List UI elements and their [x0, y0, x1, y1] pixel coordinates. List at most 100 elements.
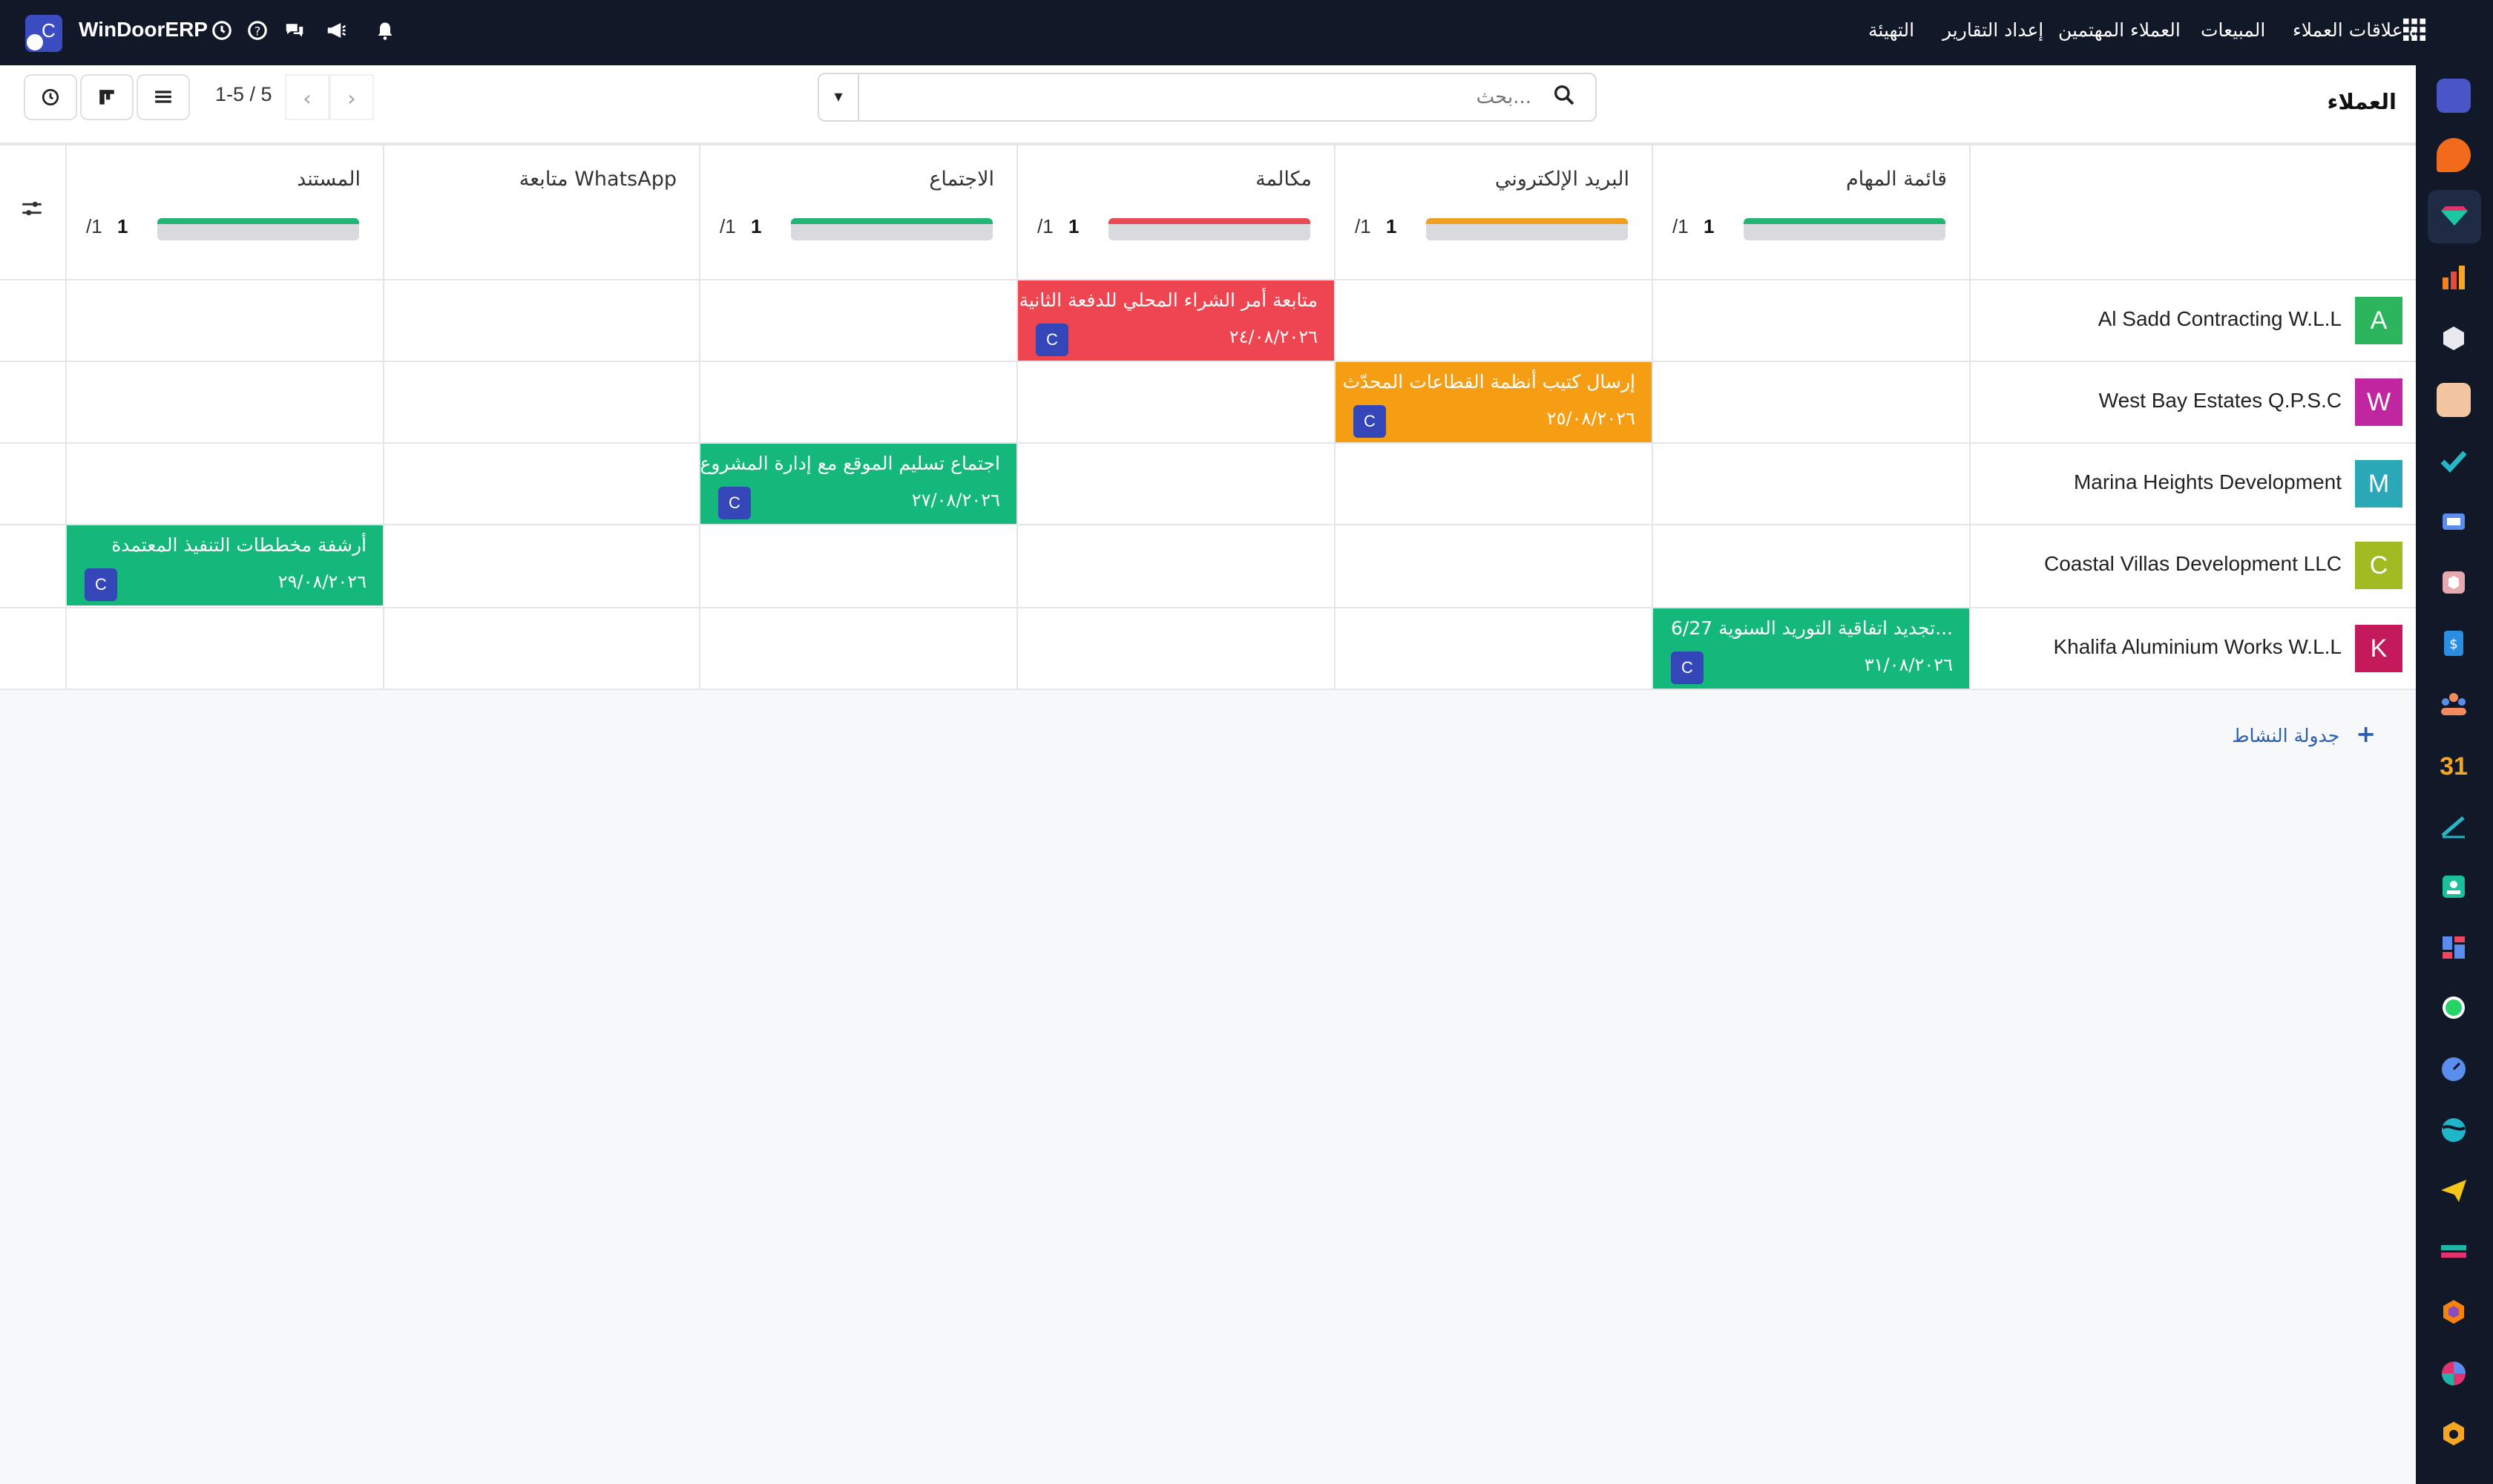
- contacts-app-icon[interactable]: [2437, 383, 2471, 417]
- column-count: 1: [1068, 215, 1080, 237]
- activity-grid: قائمة المهام 1 /1 البريد الإلكتروني 1 /1…: [0, 144, 2416, 690]
- column-progress-bar[interactable]: [1108, 218, 1310, 240]
- sales-app-icon[interactable]: [2437, 261, 2471, 295]
- column-total: /1: [1037, 215, 1054, 237]
- top-navbar: C WinDoorERP ? التهيئة إعداد التقارير ال…: [0, 0, 2446, 65]
- column-title: البريد الإلكتروني: [1494, 168, 1629, 191]
- customer-avatar: C: [2355, 542, 2402, 589]
- kanban-view-button[interactable]: [80, 74, 134, 120]
- list-view-button[interactable]: [137, 74, 190, 120]
- activity-deadline: ٢٧/٠٨/٢٠٢٦: [911, 490, 1000, 510]
- apps-grid-icon[interactable]: [2401, 16, 2431, 46]
- column-whatsapp[interactable]: متابعة WhatsApp: [383, 144, 699, 279]
- purchase-app-icon[interactable]: [2437, 565, 2471, 600]
- knowledge-app-icon[interactable]: [2437, 505, 2471, 539]
- activity-summary: تجديد اتفاقية التوريد السنوية 6/27...: [1671, 617, 1953, 639]
- column-total: /1: [720, 215, 736, 237]
- column-title: الاجتماع: [929, 168, 994, 191]
- column-total: /1: [86, 215, 102, 237]
- column-title: مكالمة: [1255, 168, 1312, 191]
- discuss-app-icon[interactable]: [2437, 138, 2471, 172]
- customer-name[interactable]: Coastal Villas Development LLC: [2044, 552, 2342, 576]
- column-progress-bar[interactable]: [157, 218, 359, 240]
- row-customer[interactable]: Coastal Villas Development LLC C: [1971, 525, 2416, 605]
- apps-store-icon[interactable]: [2437, 1417, 2471, 1451]
- assignee-avatar[interactable]: C: [718, 487, 751, 519]
- menu-item-reporting[interactable]: إعداد التقارير: [1942, 19, 2043, 41]
- invoicing-app-icon[interactable]: $: [2437, 626, 2471, 660]
- company-name[interactable]: WinDoorERP: [79, 18, 208, 42]
- activity-cell-call[interactable]: متابعة أمر الشراء المحلي للدفعة الثانية …: [1018, 280, 1334, 361]
- company-logo-letter: C: [42, 19, 56, 42]
- svg-text:31: 31: [2440, 752, 2468, 781]
- website-app-icon[interactable]: [2437, 1113, 2471, 1147]
- activity-view-button[interactable]: [24, 74, 77, 120]
- assignee-avatar[interactable]: C: [1671, 651, 1704, 684]
- customer-name[interactable]: Khalifa Aluminium Works W.L.L: [2053, 635, 2342, 659]
- menu-item-leads[interactable]: العملاء المهتمين: [2058, 19, 2181, 41]
- mail-app-icon[interactable]: [2437, 79, 2471, 113]
- spreadsheet-app-icon[interactable]: [2437, 1235, 2471, 1269]
- timer-app-icon[interactable]: [2437, 1052, 2471, 1086]
- column-total: /1: [1355, 215, 1371, 237]
- row-customer[interactable]: Khalifa Aluminium Works W.L.L K: [1971, 608, 2416, 689]
- customer-name[interactable]: West Bay Estates Q.P.S.C: [2099, 389, 2342, 413]
- email-marketing-app-icon[interactable]: [2437, 1174, 2471, 1208]
- help-icon[interactable]: ?: [245, 19, 270, 45]
- row-customer[interactable]: Al Sadd Contracting W.L.L A: [1971, 280, 2416, 361]
- search-options-toggle[interactable]: ▾: [819, 74, 859, 120]
- column-email[interactable]: البريد الإلكتروني 1 /1: [1334, 144, 1652, 279]
- field-service-app-icon[interactable]: [2437, 1356, 2471, 1391]
- activity-summary: اجتماع تسليم الموقع مع إدارة المشروع: [700, 453, 1000, 474]
- column-document[interactable]: المستند 1 /1: [65, 144, 383, 279]
- menu-item-sales[interactable]: المبيعات: [2201, 19, 2265, 41]
- bell-icon[interactable]: [372, 19, 398, 45]
- column-count: 1: [117, 215, 128, 237]
- search-icon[interactable]: [1552, 83, 1579, 110]
- column-progress-bar[interactable]: [1426, 218, 1628, 240]
- column-title: متابعة WhatsApp: [519, 168, 677, 191]
- pager-value[interactable]: 1-5 / 5: [215, 83, 272, 106]
- search-input[interactable]: [864, 77, 1531, 117]
- studio-app-icon[interactable]: [2437, 1296, 2471, 1330]
- customer-name[interactable]: Al Sadd Contracting W.L.L: [2098, 307, 2342, 331]
- clock-icon[interactable]: [209, 19, 234, 45]
- activity-cell-email[interactable]: إرسال كتيب أنظمة القطاعات المحدّث ٢٥/٠٨/…: [1336, 362, 1652, 442]
- sign-app-icon[interactable]: [2437, 809, 2471, 843]
- calendar-app-icon[interactable]: 31: [2437, 748, 2471, 782]
- assignee-avatar[interactable]: C: [1036, 324, 1068, 356]
- menu-item-configuration[interactable]: التهيئة: [1868, 19, 1914, 41]
- inventory-app-icon[interactable]: [2437, 322, 2471, 356]
- activity-cell-todo[interactable]: تجديد اتفاقية التوريد السنوية 6/27... ٣١…: [1653, 608, 1969, 689]
- activity-deadline: ٣١/٠٨/٢٠٢٦: [1864, 654, 1953, 675]
- dashboards-app-icon[interactable]: [2437, 930, 2471, 965]
- column-meeting[interactable]: الاجتماع 1 /1: [699, 144, 1016, 279]
- column-progress-bar[interactable]: [1744, 218, 1945, 240]
- activity-summary: إرسال كتيب أنظمة القطاعات المحدّث: [1342, 371, 1635, 393]
- column-progress-bar[interactable]: [791, 218, 993, 240]
- row-customer[interactable]: West Bay Estates Q.P.S.C W: [1971, 362, 2416, 442]
- project-app-icon[interactable]: [2437, 444, 2471, 478]
- row-customer[interactable]: Marina Heights Development M: [1971, 444, 2416, 524]
- activity-cell-document[interactable]: أرشفة مخططات التنفيذ المعتمدة ٢٩/٠٨/٢٠٢٦…: [67, 525, 383, 605]
- chat-icon[interactable]: [282, 19, 307, 45]
- pager-next-button[interactable]: ›: [329, 74, 374, 120]
- megaphone-icon[interactable]: [323, 19, 349, 45]
- pager-previous-button[interactable]: ‹: [285, 74, 329, 120]
- column-settings-icon[interactable]: [19, 196, 46, 223]
- badge-app-icon[interactable]: [2437, 870, 2471, 904]
- column-todo[interactable]: قائمة المهام 1 /1: [1652, 144, 1969, 279]
- column-call[interactable]: مكالمة 1 /1: [1016, 144, 1334, 279]
- employees-app-icon[interactable]: [2437, 687, 2471, 721]
- assignee-avatar[interactable]: C: [1353, 405, 1386, 438]
- assignee-avatar[interactable]: C: [85, 568, 117, 601]
- column-count: 1: [751, 215, 762, 237]
- customer-name[interactable]: Marina Heights Development: [2074, 470, 2342, 494]
- schedule-activity-button[interactable]: جدولة النشاط +: [2232, 720, 2376, 748]
- activity-cell-meeting[interactable]: اجتماع تسليم الموقع مع إدارة المشروع ٢٧/…: [700, 444, 1016, 524]
- whatsapp-app-icon[interactable]: [2437, 991, 2471, 1025]
- crm-app-icon-active[interactable]: [2428, 190, 2481, 243]
- customer-avatar: K: [2355, 625, 2402, 672]
- company-logo[interactable]: C: [25, 15, 62, 52]
- activity-summary: أرشفة مخططات التنفيذ المعتمدة: [111, 534, 367, 556]
